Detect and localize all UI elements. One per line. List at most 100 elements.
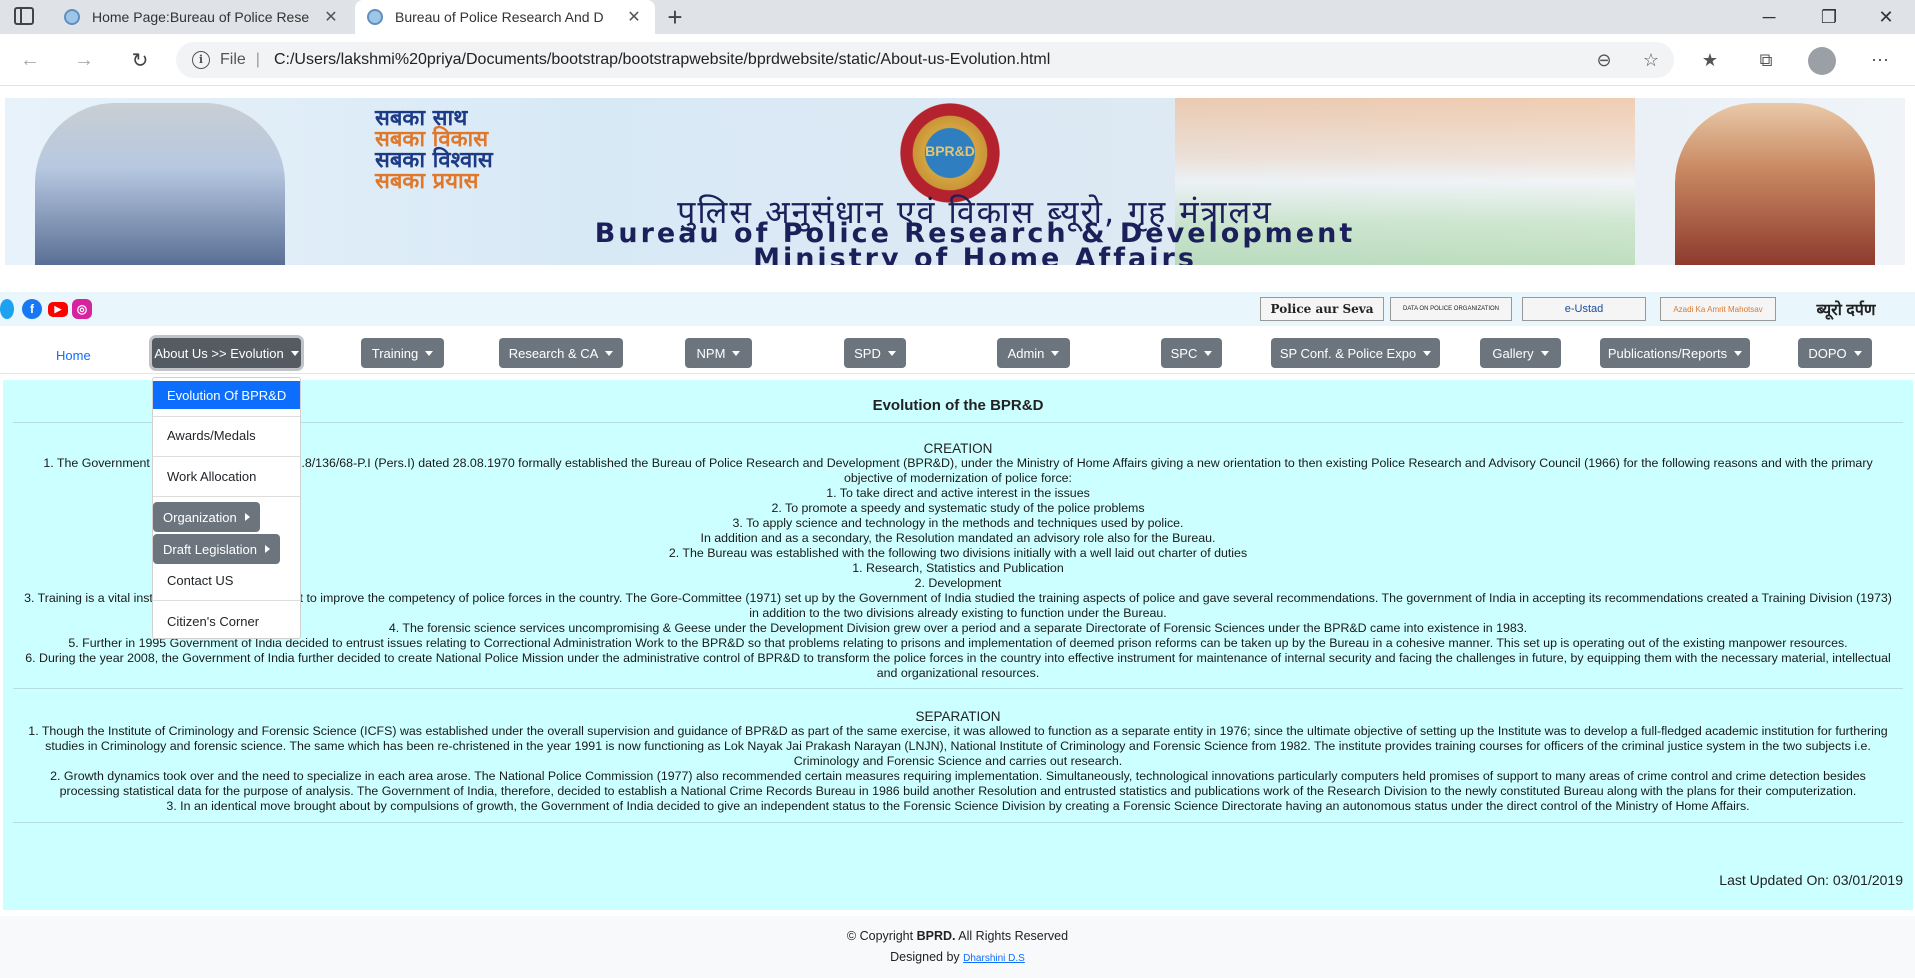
creation-line: 2. Development [914, 576, 1002, 590]
data-police-organization-link[interactable]: DATA ON POLICE ORGANIZATION [1390, 297, 1512, 321]
nav-publications-dropdown[interactable]: Publications/Reports [1600, 338, 1750, 368]
creation-line: In addition and as a secondary, the Reso… [700, 531, 1216, 545]
minimize-icon[interactable]: ─ [1740, 0, 1798, 34]
site-favicon-icon [64, 9, 80, 25]
more-options-icon[interactable]: ⋯ [1866, 46, 1894, 74]
separation-title: SEPARATION [915, 709, 1001, 724]
new-tab-button[interactable]: + [660, 2, 690, 32]
dropdown-submenu-organization[interactable]: Organization [153, 502, 260, 532]
nav-spd-dropdown[interactable]: SPD [844, 338, 906, 368]
back-icon[interactable]: ← [14, 44, 46, 76]
caret-down-icon [605, 350, 614, 356]
close-tab-icon[interactable]: ✕ [625, 7, 643, 27]
copyright-brand: BPRD. [916, 929, 956, 943]
creation-line: 1. To take direct and active interest in… [826, 486, 1090, 500]
caret-down-icon [1051, 350, 1060, 356]
nav-label: Gallery [1492, 345, 1534, 361]
nav-sp-conf-dropdown[interactable]: SP Conf. & Police Expo [1271, 338, 1440, 368]
emblem-text: BPR&D [925, 143, 975, 159]
collections-icon[interactable]: ⧉ [1752, 46, 1780, 74]
creation-line: 6. During the year 2008, the Government … [25, 651, 1891, 680]
site-banner: सबका साथ सबका विकास सबका विश्वास सबका प्… [5, 98, 1905, 265]
url-text: C:/Users/lakshmi%20priya/Documents/boots… [273, 51, 1051, 68]
dropdown-divider [153, 416, 300, 417]
url-field[interactable]: i File | C:/Users/lakshmi%20priya/Docume… [176, 42, 1674, 78]
nav-dopo-dropdown[interactable]: DOPO [1798, 338, 1872, 368]
zoom-out-icon[interactable]: ⊖ [1590, 46, 1618, 74]
slogan-line: सबका साथ [375, 106, 468, 131]
creation-line: 3. Training is a vital instrument and ke… [24, 591, 1892, 620]
tab-actions-icon[interactable] [14, 7, 34, 25]
nav-home-link[interactable]: Home [56, 348, 91, 363]
dropdown-item-citizens-corner[interactable]: Citizen's Corner [153, 607, 300, 635]
dropdown-divider [153, 600, 300, 601]
close-tab-icon[interactable]: ✕ [322, 7, 340, 27]
nav-label: SPD [854, 345, 881, 361]
caret-down-icon [425, 350, 434, 356]
dropdown-item-evolution[interactable]: Evolution Of BPR&D [153, 381, 300, 409]
restore-icon[interactable]: ❐ [1800, 0, 1858, 34]
nav-npm-dropdown[interactable]: NPM [685, 338, 752, 368]
azadi-ka-amrit-mahotsav-link[interactable]: Azadi Ka Amrit Mahotsav [1660, 297, 1776, 321]
nav-label: NPM [696, 345, 726, 361]
refresh-icon[interactable]: ↻ [124, 44, 156, 76]
caret-down-icon [1853, 350, 1862, 356]
dropdown-divider [153, 456, 300, 457]
slogan-line: सबका प्रयास [375, 169, 479, 194]
nav-research-dropdown[interactable]: Research & CA [499, 338, 623, 368]
twitter-icon[interactable] [0, 299, 14, 319]
nav-about-us-dropdown[interactable]: About Us >> Evolution [152, 338, 301, 368]
youtube-icon[interactable]: ▶ [48, 302, 68, 317]
dropdown-item-work-allocation[interactable]: Work Allocation [153, 462, 300, 490]
social-strip: f ▶ ◎ Police aur Seva DATA ON POLICE ORG… [0, 292, 1915, 326]
caret-down-icon [732, 350, 741, 356]
police-aur-seva-link[interactable]: Police aur Seva [1260, 297, 1384, 321]
separation-line: 2. Growth dynamics took over and the nee… [50, 769, 1866, 798]
nav-admin-dropdown[interactable]: Admin [997, 338, 1070, 368]
url-separator: | [255, 51, 260, 68]
main-nav: Home About Us >> Evolution Training Rese… [0, 334, 1915, 374]
favorites-icon[interactable]: ★ [1696, 46, 1724, 74]
banner-slogan: सबका साथ सबका विकास सबका विश्वास सबका प्… [375, 106, 795, 194]
nav-training-dropdown[interactable]: Training [361, 338, 444, 368]
caret-down-icon [1540, 350, 1549, 356]
facebook-icon[interactable]: f [22, 299, 42, 319]
creation-line: 2. The Bureau was established with the f… [668, 546, 1248, 560]
bprd-emblem-icon: BPR&D [885, 103, 1015, 203]
url-scheme-label: File [220, 51, 246, 68]
address-bar-row: ← → ↻ i File | C:/Users/lakshmi%20priya/… [0, 34, 1915, 86]
separation-line: 3. In an identical move brought about by… [166, 799, 1750, 813]
nav-gallery-dropdown[interactable]: Gallery [1480, 338, 1561, 368]
dropdown-item-contact-us[interactable]: Contact US [153, 566, 300, 594]
add-favorite-icon[interactable]: ☆ [1637, 46, 1665, 74]
close-window-icon[interactable]: ✕ [1857, 0, 1915, 34]
copyright-prefix: © Copyright [846, 929, 914, 943]
e-ustad-link[interactable]: e-Ustad [1522, 297, 1646, 321]
bureau-darpan-link[interactable]: ब्यूरो दर्पण [1786, 297, 1906, 321]
caret-down-icon [887, 350, 896, 356]
instagram-icon[interactable]: ◎ [72, 299, 92, 319]
forward-icon[interactable]: → [68, 44, 100, 76]
banner-ministry: Ministry of Home Affairs [753, 243, 1197, 265]
about-us-dropdown-menu: Evolution Of BPR&D Awards/Medals Work Al… [152, 377, 301, 639]
nav-label: SPC [1170, 345, 1198, 361]
tab-title: Home Page:Bureau of Police Rese [92, 9, 310, 25]
dropdown-submenu-draft-legislation[interactable]: Draft Legislation [153, 534, 280, 564]
browser-tab-active[interactable]: Bureau of Police Research And D ✕ [355, 0, 655, 34]
divider [13, 688, 1903, 689]
banner-portrait-left [35, 103, 285, 265]
tab-title: Bureau of Police Research And D [395, 9, 604, 25]
copyright-rights: All Rights Reserved [958, 929, 1069, 943]
nav-label: SP Conf. & Police Expo [1279, 345, 1417, 361]
caret-right-icon [244, 513, 250, 521]
dropdown-item-awards[interactable]: Awards/Medals [153, 421, 300, 449]
nav-spc-dropdown[interactable]: SPC [1161, 338, 1222, 368]
browser-tab-home[interactable]: Home Page:Bureau of Police Rese ✕ [52, 0, 352, 34]
site-info-icon[interactable]: i [192, 51, 210, 69]
last-updated: Last Updated On: 03/01/2019 [1719, 872, 1903, 888]
designer-line: Designed by Dharshini D.S [0, 947, 1915, 969]
designer-link[interactable]: Dharshini D.S [963, 953, 1025, 964]
copyright-line: © Copyright BPRD. All Rights Reserved [0, 926, 1915, 947]
profile-avatar[interactable] [1808, 47, 1836, 75]
creation-line: 4. The forensic science services uncompr… [388, 621, 1528, 635]
